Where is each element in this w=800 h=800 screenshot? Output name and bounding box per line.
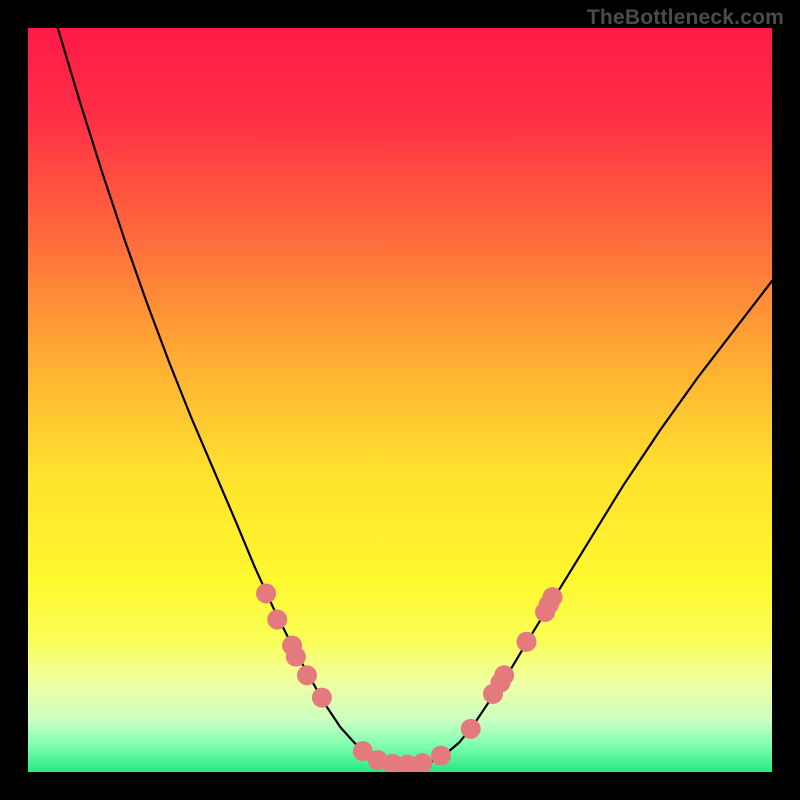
data-marker [256, 583, 276, 603]
data-marker [431, 746, 451, 766]
data-marker [312, 688, 332, 708]
data-marker [297, 665, 317, 685]
data-marker [461, 719, 481, 739]
plot-area [28, 28, 772, 772]
outer-frame: TheBottleneck.com [0, 0, 800, 800]
data-marker [412, 753, 432, 772]
chart-layer [28, 28, 772, 772]
data-marker [543, 587, 563, 607]
watermark-text: TheBottleneck.com [587, 6, 784, 30]
data-markers [256, 583, 562, 772]
data-marker [494, 665, 514, 685]
bottleneck-curve [58, 28, 772, 765]
data-marker [267, 609, 287, 629]
data-marker [286, 647, 306, 667]
data-marker [516, 632, 536, 652]
